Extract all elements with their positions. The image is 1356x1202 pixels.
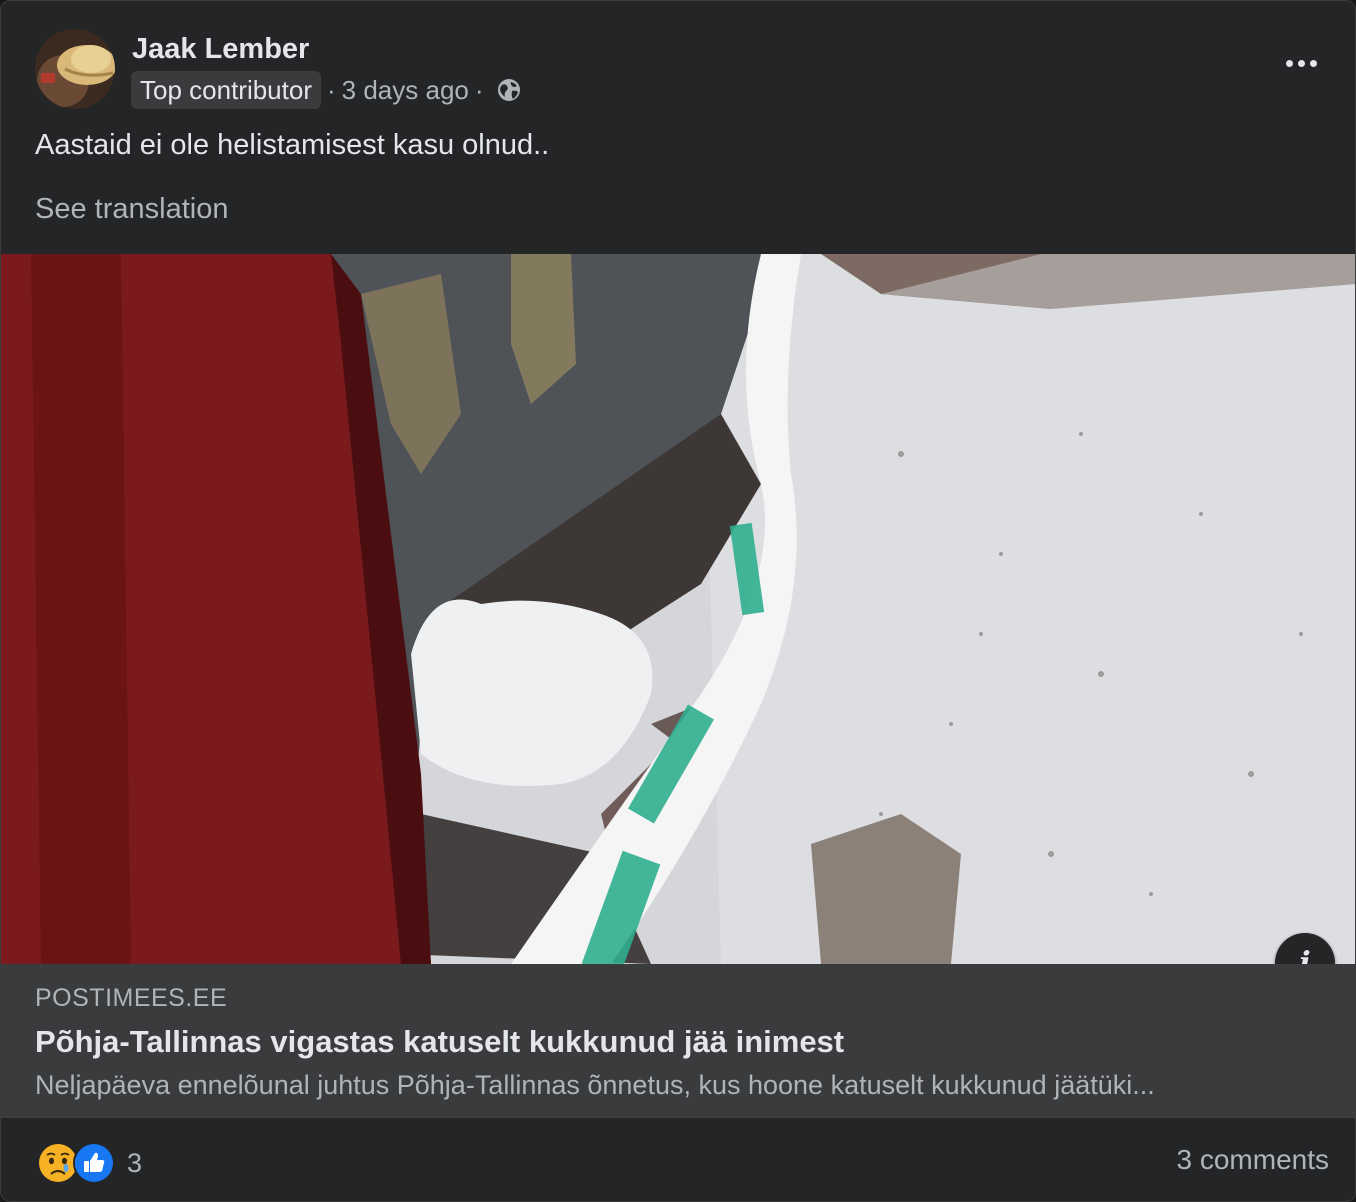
author-name[interactable]: Jaak Lember [132,33,309,66]
link-domain: POSTIMEES.EE [35,984,228,1012]
like-reaction-icon [73,1142,115,1184]
avatar[interactable] [35,29,115,109]
post-card: Jaak Lember Top contributor · 3 days ago… [0,0,1356,1202]
post-footer: 3 3 comments [1,1118,1355,1201]
post-header: Jaak Lember Top contributor · 3 days ago… [35,29,1325,109]
contributor-badge[interactable]: Top contributor [131,71,321,109]
meta-separator: · [326,74,336,105]
link-description: Neljapäeva ennelõunal juhtus Põhja-Talli… [35,1070,1155,1100]
reactions-summary[interactable]: 3 [37,1142,142,1184]
globe-icon [496,77,522,103]
post-text: Aastaid ei ole helistamisest kasu olnud.… [35,129,550,161]
link-preview-image[interactable] [1,254,1355,964]
meta-separator: · [474,74,484,105]
post-meta: Top contributor · 3 days ago · [131,71,522,109]
comments-count-link[interactable]: 3 comments [1177,1144,1330,1176]
post-timestamp[interactable]: 3 days ago [342,75,469,106]
link-preview-info[interactable]: POSTIMEES.EE Põhja-Tallinnas vigastas ka… [1,964,1355,1118]
see-translation-link[interactable]: See translation [35,193,228,226]
reaction-count: 3 [127,1147,143,1178]
link-title[interactable]: Põhja-Tallinnas vigastas katuselt kukkun… [35,1024,844,1060]
more-options-icon[interactable] [1277,45,1325,81]
